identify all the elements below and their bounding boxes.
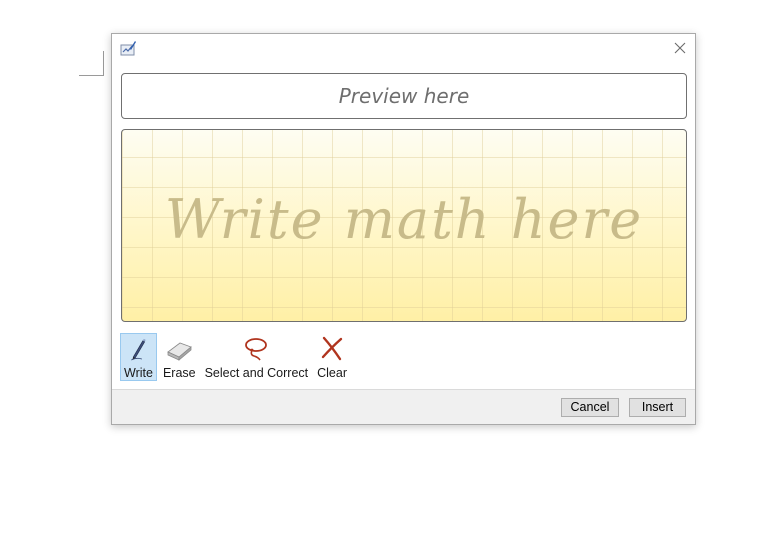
preview-box: Preview here: [121, 73, 687, 119]
handwriting-canvas[interactable]: Write math here: [121, 129, 687, 322]
preview-placeholder: Preview here: [338, 84, 470, 108]
screen: Preview here Write math here Write Erase…: [0, 0, 773, 558]
cancel-button[interactable]: Cancel: [561, 398, 619, 417]
dialog-footer: Cancel Insert: [112, 389, 695, 424]
select-correct-tool-label: Select and Correct: [204, 366, 309, 380]
select-correct-tool-button[interactable]: Select and Correct: [202, 333, 312, 381]
erase-tool-button[interactable]: Erase: [160, 333, 199, 381]
lasso-icon: [245, 338, 268, 361]
insert-button[interactable]: Insert: [629, 398, 686, 417]
document-page-corner: [79, 51, 104, 76]
ink-toolbar: Write Erase Select and Correct Clear: [120, 333, 353, 381]
pen-icon: [131, 338, 147, 361]
eraser-icon: [167, 342, 193, 361]
clear-tool-label: Clear: [317, 366, 347, 380]
clear-x-icon: [321, 336, 343, 361]
write-tool-button[interactable]: Write: [120, 333, 157, 381]
math-input-dialog: Preview here Write math here Write Erase…: [111, 33, 696, 425]
write-tool-label: Write: [124, 366, 153, 380]
erase-tool-label: Erase: [162, 366, 196, 380]
clear-tool-button[interactable]: Clear: [314, 333, 350, 381]
math-input-icon: [120, 41, 136, 56]
close-icon[interactable]: [671, 39, 689, 57]
writing-placeholder: Write math here: [164, 188, 644, 251]
